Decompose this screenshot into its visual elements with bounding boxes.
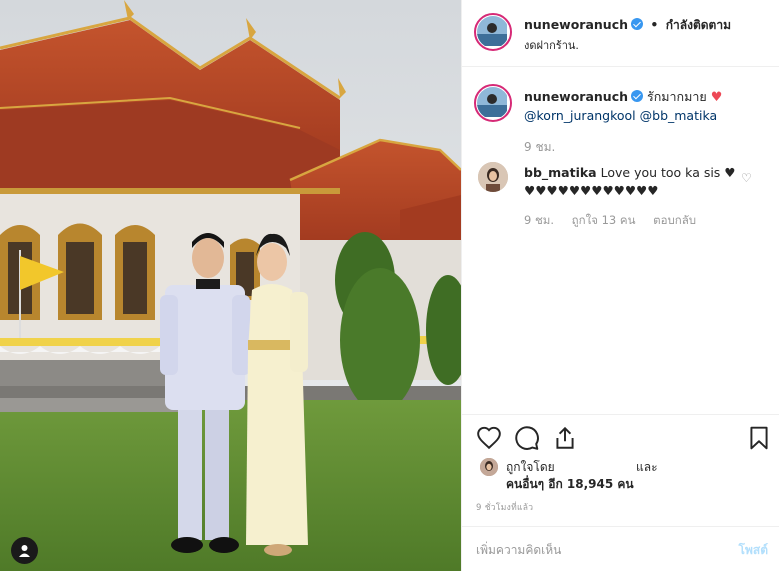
- like-button[interactable]: [476, 425, 502, 451]
- caption-body: รักมากมาย: [647, 89, 707, 104]
- comment-button[interactable]: [514, 425, 540, 451]
- verified-badge-icon: [631, 90, 644, 102]
- verified-badge-icon: [631, 18, 644, 30]
- following-button[interactable]: กำลังติดตาม: [666, 18, 731, 32]
- share-arrow-icon: [556, 426, 574, 449]
- liker-avatar[interactable]: [480, 458, 498, 476]
- red-heart-emoji: ♥: [710, 90, 723, 105]
- commenter-avatar[interactable]: [478, 162, 508, 192]
- avatar-image: [477, 16, 507, 46]
- speech-bubble-icon: [515, 426, 539, 450]
- post-header: nuneworanuch • กำลังติดตาม งดฝากร้าน.: [462, 0, 779, 67]
- temple-couple-photo: [0, 0, 461, 571]
- comment-input[interactable]: [476, 539, 696, 561]
- likes-count[interactable]: คนอื่นๆ อีก 18,945 คน: [506, 477, 634, 491]
- comment-time[interactable]: 9 ชม.: [524, 213, 554, 227]
- caption-text: nuneworanuch รักมากมาย ♥ @korn_jurangkoo…: [524, 88, 764, 125]
- post-sidebar: nuneworanuch • กำลังติดตาม งดฝากร้าน. nu…: [461, 0, 779, 571]
- post-photo[interactable]: [0, 0, 461, 571]
- likes-count-link: คนอื่นๆ อีก 18,945 คน: [506, 475, 634, 494]
- mention-korn[interactable]: @korn_jurangkool: [524, 108, 636, 123]
- author-name-row: nuneworanuch • กำลังติดตาม: [524, 16, 731, 35]
- bookmark-icon: [750, 426, 768, 450]
- save-button[interactable]: [746, 425, 772, 451]
- post-timestamp[interactable]: 9 ชั่วโมงที่แล้ว: [476, 500, 533, 514]
- caption-username[interactable]: nuneworanuch: [524, 89, 628, 104]
- reply-button[interactable]: ตอบกลับ: [653, 213, 696, 227]
- avatar-image: [478, 162, 508, 192]
- commenter-username[interactable]: bb_matika: [524, 165, 597, 180]
- comment-text: bb_matika Love you too ka sis ♥ ♥♥♥♥♥♥♥♥…: [524, 164, 744, 200]
- share-button[interactable]: [552, 425, 578, 451]
- author-username[interactable]: nuneworanuch: [524, 17, 628, 32]
- comment-meta: 9 ชม. ถูกใจ 13 คน ตอบกลับ: [524, 212, 710, 230]
- liked-by-section: ถูกใจโดย และ คนอื่นๆ อีก 18,945 คน: [462, 455, 779, 495]
- author-avatar[interactable]: [474, 13, 512, 51]
- comment-like-heart-icon[interactable]: ♡: [741, 171, 752, 185]
- caption-time[interactable]: 9 ชม.: [524, 138, 555, 157]
- post-comment-button[interactable]: โพสต์: [739, 541, 768, 560]
- action-bar: [462, 414, 779, 459]
- user-tags-button[interactable]: [11, 537, 38, 564]
- liked-by-and: และ: [636, 460, 658, 474]
- separator-dot: •: [650, 17, 659, 32]
- avatar-image: [477, 87, 507, 117]
- comment-likes[interactable]: ถูกใจ 13 คน: [572, 213, 636, 227]
- comment-hearts: ♥♥♥♥♥♥♥♥♥♥♥♥: [524, 183, 659, 198]
- caption-avatar[interactable]: [474, 84, 512, 122]
- heart-outline-icon: [477, 426, 501, 450]
- add-comment-bar: โพสต์: [462, 526, 779, 571]
- avatar-image: [480, 458, 498, 476]
- comment-body: Love you too ka sis ♥: [600, 165, 736, 180]
- mention-bb-matika[interactable]: @bb_matika: [640, 108, 718, 123]
- location-link[interactable]: งดฝากร้าน.: [524, 36, 579, 54]
- user-tag-icon: [19, 545, 30, 557]
